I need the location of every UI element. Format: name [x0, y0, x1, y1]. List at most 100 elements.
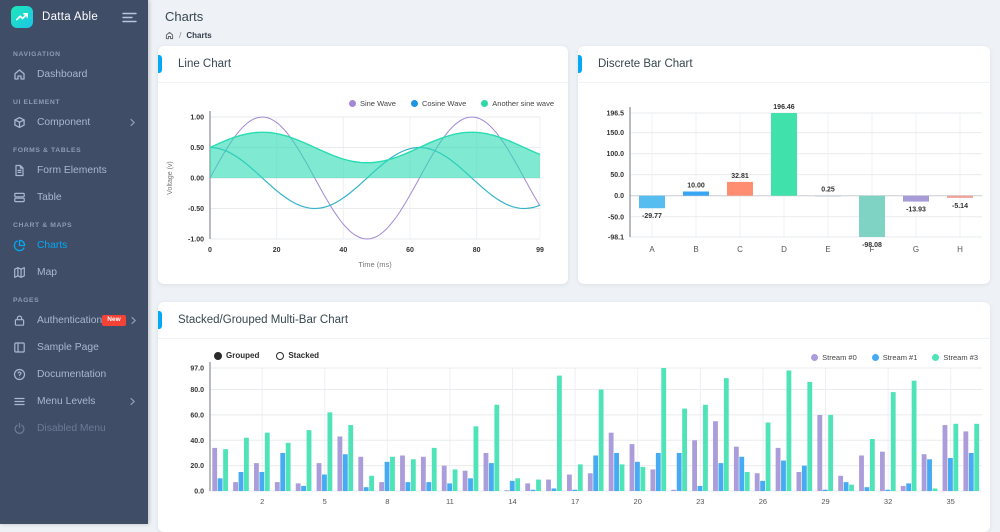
multibar-bar[interactable]	[755, 473, 760, 491]
multibar-bar[interactable]	[337, 436, 342, 491]
multibar-bar[interactable]	[614, 453, 619, 491]
multibar-bar[interactable]	[692, 440, 697, 491]
multibar-bar[interactable]	[650, 469, 655, 491]
multibar-bar[interactable]	[734, 447, 739, 491]
multibar-bar[interactable]	[901, 486, 906, 491]
multibar-bar[interactable]	[880, 452, 885, 491]
multibar-bar[interactable]	[963, 431, 968, 491]
multibar-bar[interactable]	[922, 454, 927, 491]
mode-option-grouped[interactable]: Grouped	[214, 351, 259, 360]
multibar-bar[interactable]	[515, 478, 520, 491]
multibar-bar[interactable]	[724, 378, 729, 491]
multibar-bar[interactable]	[233, 482, 238, 491]
multibar-bar[interactable]	[275, 482, 280, 491]
sidebar-item-documentation[interactable]: Documentation	[0, 361, 148, 388]
sidebar-item-dashboard[interactable]: Dashboard	[0, 61, 148, 88]
bar-E[interactable]	[815, 196, 841, 197]
multibar-bar[interactable]	[974, 424, 979, 491]
multibar-bar[interactable]	[531, 490, 536, 491]
multibar-bar[interactable]	[447, 483, 452, 491]
multibar-bar[interactable]	[817, 415, 822, 491]
multibar-bar[interactable]	[296, 483, 301, 491]
sidebar-item-disabled-menu[interactable]: Disabled Menu	[0, 415, 148, 442]
multibar-bar[interactable]	[364, 487, 369, 491]
multibar-bar[interactable]	[557, 376, 562, 491]
multibar-bar[interactable]	[781, 461, 786, 491]
multibar-bar[interactable]	[442, 466, 447, 491]
multibar-bar[interactable]	[838, 476, 843, 491]
multibar-bar[interactable]	[406, 482, 411, 491]
bar-D[interactable]	[771, 113, 797, 196]
multibar-bar[interactable]	[525, 483, 530, 491]
legend-item-stream-1[interactable]: Stream #1	[872, 353, 918, 362]
multibar-bar[interactable]	[630, 444, 635, 491]
legend-item-stream-3[interactable]: Stream #3	[932, 353, 978, 362]
multibar-bar[interactable]	[713, 421, 718, 491]
sidebar-item-sample-page[interactable]: Sample Page	[0, 334, 148, 361]
series-area-another-sine-wave[interactable]	[210, 132, 540, 178]
multibar-bar[interactable]	[484, 453, 489, 491]
multibar-bar[interactable]	[463, 471, 468, 491]
multibar-bar[interactable]	[546, 480, 551, 491]
bar-C[interactable]	[727, 182, 753, 196]
sidebar-item-menu-levels[interactable]: Menu Levels	[0, 388, 148, 415]
multibar-bar[interactable]	[218, 478, 223, 491]
multibar-bar[interactable]	[489, 463, 494, 491]
sidebar-item-table[interactable]: Table	[0, 184, 148, 211]
multibar-bar[interactable]	[572, 490, 577, 491]
multibar-bar[interactable]	[745, 472, 750, 491]
multibar-bar[interactable]	[567, 475, 572, 491]
multibar-bar[interactable]	[828, 415, 833, 491]
multibar-bar[interactable]	[807, 382, 812, 491]
multibar-bar[interactable]	[599, 390, 604, 491]
multibar-bar[interactable]	[317, 463, 322, 491]
multibar-bar[interactable]	[677, 453, 682, 491]
multibar-bar[interactable]	[802, 466, 807, 491]
multibar-bar[interactable]	[432, 448, 437, 491]
multibar-bar[interactable]	[718, 463, 723, 491]
multibar-bar[interactable]	[609, 433, 614, 491]
multibar-bar[interactable]	[474, 426, 479, 491]
bar-A[interactable]	[639, 196, 665, 209]
multibar-bar[interactable]	[307, 430, 312, 491]
multibar-bar[interactable]	[343, 454, 348, 491]
breadcrumb-item-charts[interactable]: Charts	[186, 31, 211, 40]
sidebar-item-map[interactable]: Map	[0, 259, 148, 286]
bar-F[interactable]	[859, 196, 885, 237]
multibar-bar[interactable]	[927, 459, 932, 491]
multibar-bar[interactable]	[766, 423, 771, 491]
multibar-bar[interactable]	[943, 425, 948, 491]
multibar-bar[interactable]	[223, 449, 228, 491]
multibar-bar[interactable]	[254, 463, 259, 491]
hamburger-menu-icon[interactable]	[122, 12, 137, 23]
multibar-bar[interactable]	[421, 457, 426, 491]
multibar-bar[interactable]	[400, 455, 405, 491]
multibar-bar[interactable]	[426, 482, 431, 491]
multibar-bar[interactable]	[504, 490, 509, 491]
multibar-bar[interactable]	[891, 392, 896, 491]
multibar-bar[interactable]	[259, 472, 264, 491]
multibar-bar[interactable]	[823, 490, 828, 491]
multibar-bar[interactable]	[212, 448, 217, 491]
multibar-bar[interactable]	[494, 405, 499, 491]
multibar-bar[interactable]	[885, 490, 890, 491]
multibar-bar[interactable]	[280, 453, 285, 491]
multibar-bar[interactable]	[239, 472, 244, 491]
multibar-bar[interactable]	[286, 443, 291, 491]
app-logo[interactable]: Datta Able	[11, 6, 98, 28]
multibar-bar[interactable]	[385, 462, 390, 491]
multibar-bar[interactable]	[640, 467, 645, 491]
multibar-bar[interactable]	[671, 490, 676, 491]
multibar-bar[interactable]	[859, 455, 864, 491]
multibar-bar[interactable]	[620, 464, 625, 491]
multibar-bar[interactable]	[390, 457, 395, 491]
legend-item-another-sine-wave[interactable]: Another sine wave	[481, 99, 554, 108]
multibar-bar[interactable]	[912, 381, 917, 491]
multibar-bar[interactable]	[510, 481, 515, 491]
multibar-bar[interactable]	[739, 457, 744, 491]
multibar-bar[interactable]	[635, 462, 640, 491]
mode-option-stacked[interactable]: Stacked	[276, 351, 319, 360]
multibar-bar[interactable]	[301, 486, 306, 491]
multibar-bar[interactable]	[358, 457, 363, 491]
legend-item-sine-wave[interactable]: Sine Wave	[349, 99, 396, 108]
